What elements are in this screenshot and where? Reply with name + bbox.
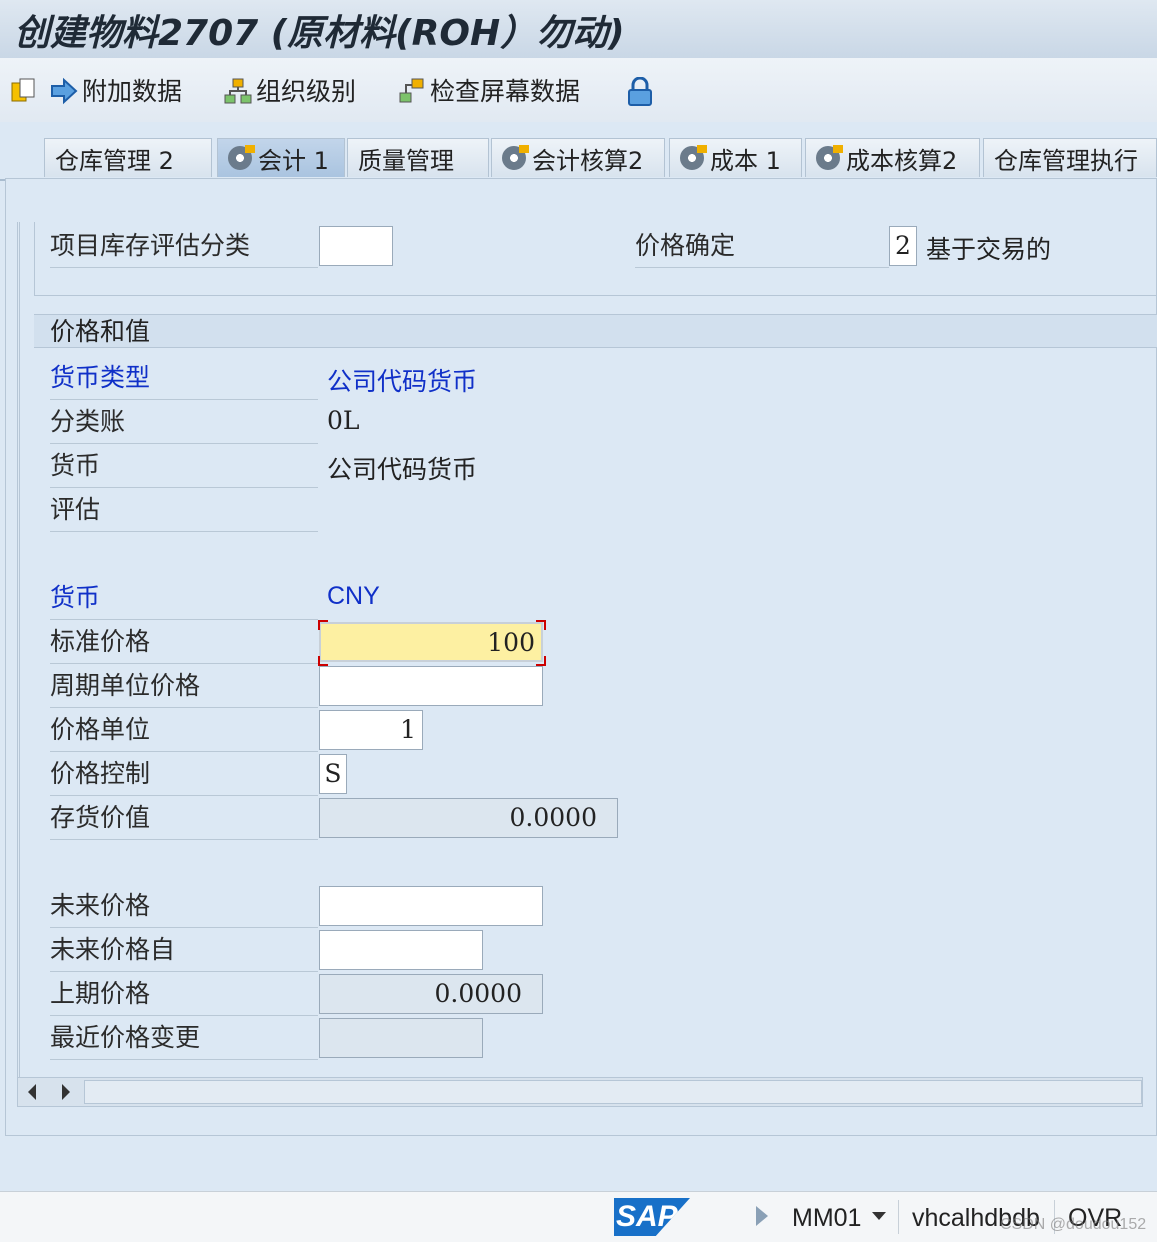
currency2-label: 货币 <box>50 578 318 620</box>
inventory-value-field: 0.0000 <box>319 798 618 838</box>
horizontal-scrollbar[interactable] <box>17 1077 1143 1107</box>
currency-type-label: 货币类型 <box>50 358 318 400</box>
focus-corner <box>536 656 546 666</box>
org-levels-button[interactable]: 组织级别 <box>224 72 356 108</box>
previous-price-field: 0.0000 <box>319 974 543 1014</box>
divider <box>898 1200 899 1234</box>
check-screen-data-label: 检查屏幕数据 <box>430 77 581 106</box>
periodic-unit-price-field[interactable] <box>319 666 543 706</box>
org-levels-label: 组织级别 <box>256 77 357 106</box>
check-icon <box>398 77 424 103</box>
price-determination-text: 基于交易的 <box>926 235 1052 264</box>
gear-icon <box>816 145 843 170</box>
copy-icon[interactable] <box>10 72 42 108</box>
tab-accounting-2[interactable]: 会计核算2 <box>491 138 665 177</box>
gear-icon <box>502 145 529 170</box>
additional-data-label: 附加数据 <box>82 77 183 106</box>
application-toolbar: 附加数据 组织级别 检查屏幕数据 <box>0 58 1157 123</box>
tab-label: 会计 1 <box>258 146 329 175</box>
tab-warehouse-mgmt-2[interactable]: 仓库管理 2 <box>44 138 212 177</box>
tab-label: 会计核算2 <box>532 146 644 175</box>
transaction-code: MM01 <box>792 1204 862 1232</box>
org-structure-icon <box>224 77 252 104</box>
watermark: CSDN @doudou152 <box>1000 1216 1147 1233</box>
tab-label: 仓库管理 2 <box>55 146 174 175</box>
scroll-left-icon[interactable] <box>28 1084 36 1100</box>
focus-corner <box>318 620 328 630</box>
future-price-field[interactable] <box>319 886 543 926</box>
sap-logo-text: SAP <box>616 1200 678 1233</box>
tab-strip: 仓库管理 2 会计 1 质量管理 会计核算2 成本 1 成本核算2 仓库管理执行 <box>0 122 1157 181</box>
gear-icon <box>228 145 255 170</box>
additional-data-button[interactable]: 附加数据 <box>50 72 182 108</box>
inventory-value-label: 存货价值 <box>50 798 318 840</box>
tab-costing-2[interactable]: 成本核算2 <box>805 138 980 177</box>
focus-corner <box>536 620 546 630</box>
currency2-value: CNY <box>327 582 380 610</box>
prices-section-title: 价格和值 <box>34 314 1157 348</box>
tab-accounting-1[interactable]: 会计 1 <box>217 138 345 177</box>
price-unit-field[interactable]: 1 <box>319 710 423 750</box>
valuation-category-field[interactable] <box>319 226 393 266</box>
ledger-value: 0L <box>327 406 360 435</box>
expand-status-icon[interactable] <box>756 1206 768 1226</box>
scroll-right-icon[interactable] <box>62 1084 70 1100</box>
lock-button[interactable] <box>626 72 658 108</box>
check-screen-data-button[interactable]: 检查屏幕数据 <box>398 72 580 108</box>
gear-icon <box>680 145 707 170</box>
ledger-label: 分类账 <box>50 402 318 444</box>
lock-icon <box>626 76 652 106</box>
last-price-change-field <box>319 1018 483 1058</box>
future-price-from-field[interactable] <box>319 930 483 970</box>
currency-type-value: 公司代码货币 <box>327 367 478 396</box>
price-determination-field[interactable]: 2 <box>889 226 917 266</box>
price-control-label: 价格控制 <box>50 754 318 796</box>
copy-doc-icon <box>10 77 36 103</box>
tab-costing-1[interactable]: 成本 1 <box>669 138 802 177</box>
future-price-label: 未来价格 <box>50 886 318 928</box>
sap-logo: SAP <box>614 1198 690 1236</box>
tab-label: 质量管理 <box>358 146 454 175</box>
standard-price-field[interactable]: 100 <box>319 622 543 662</box>
tab-label: 成本 1 <box>710 146 781 175</box>
currency-value: 公司代码货币 <box>327 455 478 484</box>
price-control-field[interactable]: S <box>319 754 347 794</box>
last-price-change-label: 最近价格变更 <box>50 1018 318 1060</box>
arrow-right-icon <box>50 77 78 105</box>
scroll-thumb[interactable] <box>84 1080 1142 1104</box>
tab-label: 仓库管理执行 <box>994 146 1138 175</box>
valuation-label: 评估 <box>50 490 318 532</box>
status-bar: SAP MM01 vhcalhdbdb OVR CSDN @doudou152 <box>0 1191 1157 1242</box>
dropdown-icon[interactable] <box>872 1212 886 1220</box>
standard-price-label: 标准价格 <box>50 622 318 664</box>
valuation-category-label: 项目库存评估分类 <box>50 226 318 268</box>
tab-warehouse-exec[interactable]: 仓库管理执行 <box>983 138 1157 177</box>
window-title: 创建物料2707 (原材料(ROH）勿动) <box>14 13 625 54</box>
price-unit-label: 价格单位 <box>50 710 318 752</box>
previous-price-label: 上期价格 <box>50 974 318 1016</box>
tab-label: 成本核算2 <box>846 146 958 175</box>
tab-quality-mgmt[interactable]: 质量管理 <box>347 138 489 177</box>
periodic-unit-price-label: 周期单位价格 <box>50 666 318 708</box>
price-determination-label: 价格确定 <box>635 226 889 268</box>
currency-label: 货币 <box>50 446 318 488</box>
title-bar: 创建物料2707 (原材料(ROH）勿动) <box>0 0 1157 58</box>
focus-corner <box>318 656 328 666</box>
future-price-from-label: 未来价格自 <box>50 930 318 972</box>
